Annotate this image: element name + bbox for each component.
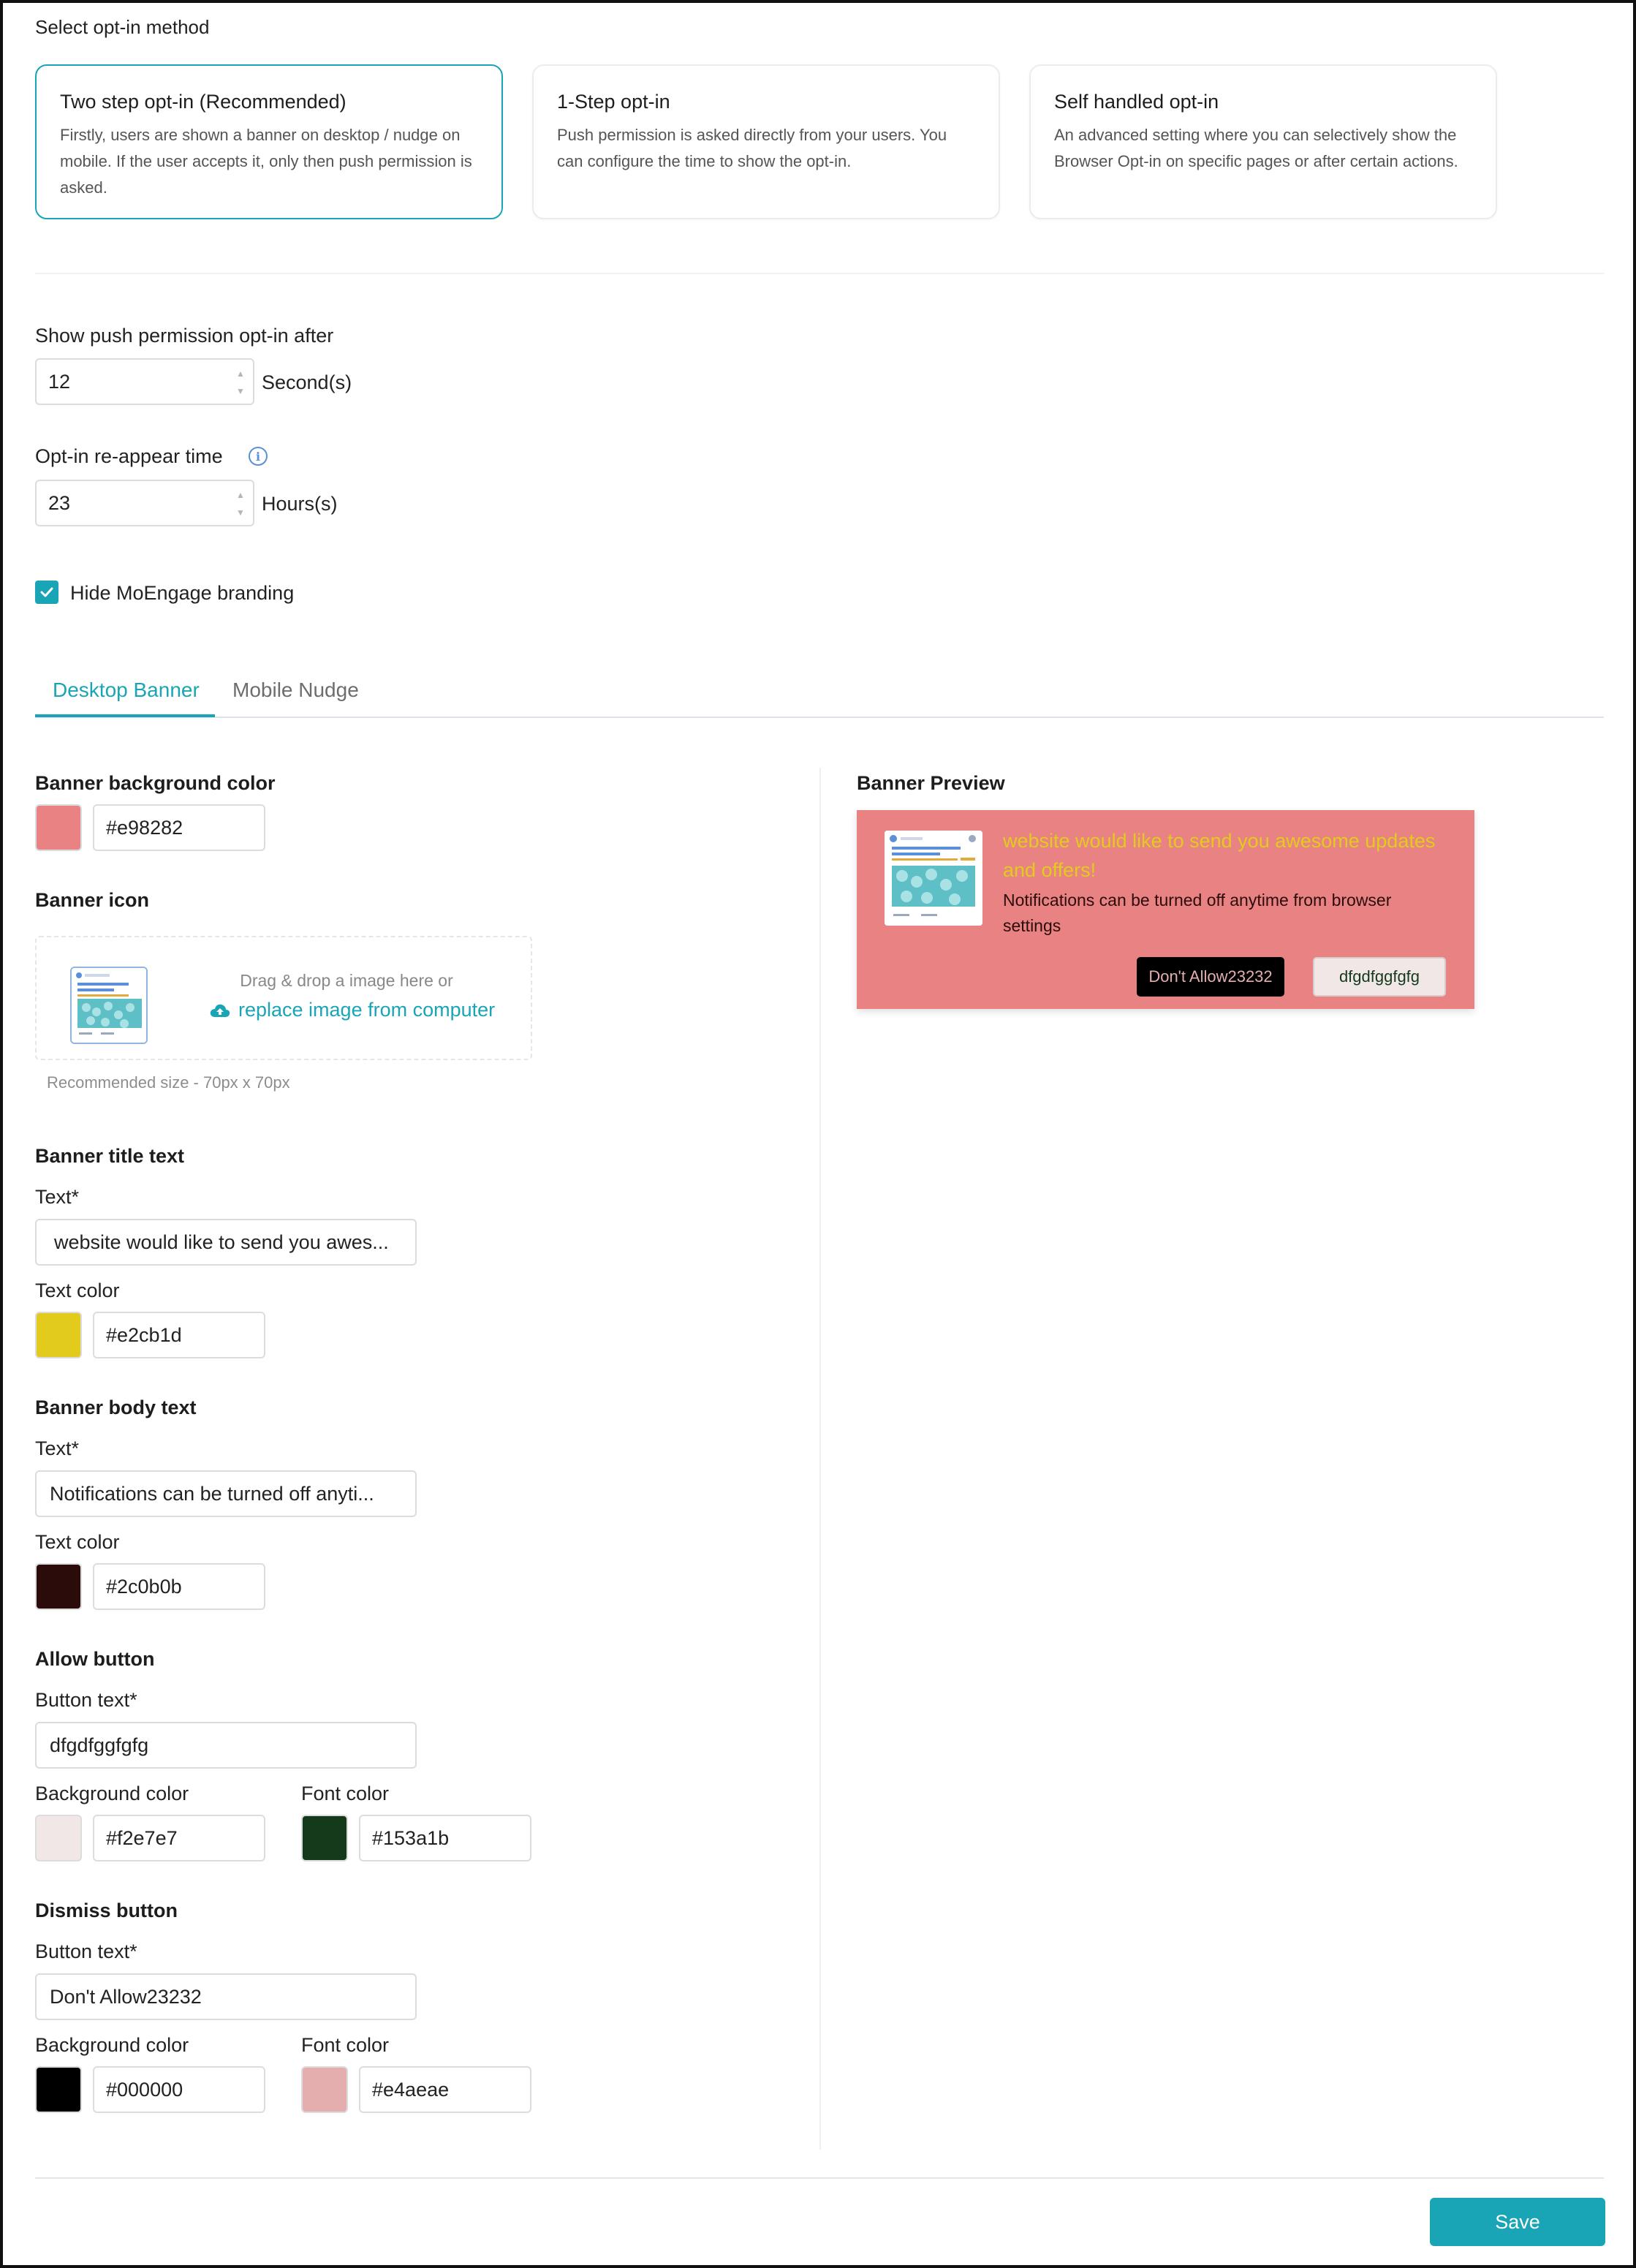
dismiss-font-label: Font color bbox=[301, 2034, 390, 2056]
optin-section-title: Select opt-in method bbox=[35, 16, 210, 38]
banner-preview: website would like to send you awesome u… bbox=[857, 810, 1474, 1009]
reappear-input[interactable]: 23 ▲ ▼ bbox=[35, 480, 254, 526]
cloud-upload-icon bbox=[210, 1004, 230, 1017]
reappear-label: Opt-in re-appear time bbox=[35, 445, 223, 467]
method-description: An advanced setting where you can select… bbox=[1054, 126, 1458, 170]
reappear-unit: Hours(s) bbox=[262, 493, 338, 515]
dismiss-text-input[interactable]: Don't Allow23232 bbox=[35, 1973, 417, 2020]
check-icon bbox=[40, 587, 53, 597]
replace-image-link[interactable]: replace image from computer bbox=[209, 999, 495, 1021]
body-text-input[interactable]: Notifications can be turned off anyti... bbox=[35, 1470, 417, 1517]
allow-button-heading: Allow button bbox=[35, 1648, 155, 1670]
show-after-label: Show push permission opt-in after bbox=[35, 325, 334, 347]
body-text-label: Text* bbox=[35, 1437, 80, 1459]
bg-color-input[interactable]: #e98282 bbox=[93, 804, 265, 851]
body-color-input[interactable]: #2c0b0b bbox=[93, 1563, 265, 1610]
dismiss-button-heading: Dismiss button bbox=[35, 1900, 178, 1921]
column-divider bbox=[819, 768, 821, 2150]
recommended-size-hint: Recommended size - 70px x 70px bbox=[47, 1073, 290, 1092]
title-color-input[interactable]: #e2cb1d bbox=[93, 1312, 265, 1358]
allow-bg-label: Background color bbox=[35, 1783, 189, 1804]
replace-image-label: replace image from computer bbox=[238, 999, 496, 1021]
banner-preview-icon bbox=[885, 831, 982, 926]
allow-bg-input[interactable]: #f2e7e7 bbox=[93, 1815, 265, 1861]
banner-icon-heading: Banner icon bbox=[35, 889, 150, 911]
dismiss-bg-label: Background color bbox=[35, 2034, 189, 2056]
optin-method-two-step[interactable]: Two step opt-in (Recommended) Firstly, u… bbox=[35, 64, 503, 219]
allow-text-label: Button text* bbox=[35, 1689, 137, 1711]
method-title: 1-Step opt-in bbox=[557, 91, 670, 113]
number-spinner-icon[interactable]: ▲ ▼ bbox=[235, 490, 246, 518]
number-spinner-icon[interactable]: ▲ ▼ bbox=[235, 368, 246, 396]
show-after-unit: Second(s) bbox=[262, 371, 352, 393]
show-after-value: 12 bbox=[48, 370, 71, 393]
dismiss-text-label: Button text* bbox=[35, 1940, 137, 1962]
dismiss-bg-input[interactable]: #000000 bbox=[93, 2066, 265, 2113]
section-divider bbox=[35, 273, 1604, 274]
tabs-baseline bbox=[35, 717, 1604, 718]
banner-preview-heading: Banner Preview bbox=[857, 772, 1005, 794]
method-description: Push permission is asked directly from y… bbox=[557, 126, 947, 170]
dismiss-bg-swatch[interactable] bbox=[35, 2066, 82, 2113]
dismiss-font-swatch[interactable] bbox=[301, 2066, 348, 2113]
bg-color-swatch[interactable] bbox=[35, 804, 82, 851]
method-title: Two step opt-in (Recommended) bbox=[60, 91, 346, 113]
show-after-input[interactable]: 12 ▲ ▼ bbox=[35, 358, 254, 405]
dismiss-font-input[interactable]: #e4aeae bbox=[359, 2066, 531, 2113]
tab-desktop-banner[interactable]: Desktop Banner bbox=[53, 678, 200, 702]
title-text-label: Text* bbox=[35, 1186, 80, 1208]
body-text-heading: Banner body text bbox=[35, 1396, 197, 1418]
info-icon[interactable]: i bbox=[249, 447, 268, 466]
title-text-input[interactable]: website would like to send you awes... bbox=[35, 1219, 417, 1266]
banner-preview-body: Notifications can be turned off anytime … bbox=[1003, 891, 1392, 935]
allow-bg-swatch[interactable] bbox=[35, 1815, 82, 1861]
footer-divider bbox=[35, 2177, 1604, 2179]
method-title: Self handled opt-in bbox=[1054, 91, 1219, 113]
banner-preview-title: website would like to send you awesome u… bbox=[1003, 830, 1436, 881]
icon-thumbnail-image bbox=[72, 968, 146, 1043]
drop-hint: Drag & drop a image here or bbox=[240, 971, 453, 990]
icon-drop-zone[interactable]: Drag & drop a image here or replace imag… bbox=[35, 936, 532, 1060]
allow-text-input[interactable]: dfgdfggfgfg bbox=[35, 1722, 417, 1769]
icon-thumbnail bbox=[70, 967, 148, 1044]
title-text-heading: Banner title text bbox=[35, 1145, 185, 1167]
allow-font-label: Font color bbox=[301, 1783, 390, 1804]
hide-branding-checkbox[interactable] bbox=[35, 581, 58, 604]
optin-method-self-handled[interactable]: Self handled opt-in An advanced setting … bbox=[1029, 64, 1497, 219]
tab-mobile-nudge[interactable]: Mobile Nudge bbox=[232, 678, 359, 702]
title-color-swatch[interactable] bbox=[35, 1312, 82, 1358]
allow-font-input[interactable]: #153a1b bbox=[359, 1815, 531, 1861]
banner-icon-image bbox=[885, 831, 982, 926]
reappear-value: 23 bbox=[48, 491, 71, 514]
save-button[interactable]: Save bbox=[1430, 2198, 1605, 2246]
banner-preview-allow-button[interactable]: dfgdfggfgfg bbox=[1313, 957, 1446, 997]
active-tab-indicator bbox=[35, 714, 215, 717]
hide-branding-label: Hide MoEngage branding bbox=[70, 582, 295, 604]
body-color-swatch[interactable] bbox=[35, 1563, 82, 1610]
method-description: Firstly, users are shown a banner on des… bbox=[60, 126, 472, 197]
body-color-label: Text color bbox=[35, 1531, 120, 1553]
bg-color-heading: Banner background color bbox=[35, 772, 276, 794]
title-color-label: Text color bbox=[35, 1279, 120, 1301]
optin-method-one-step[interactable]: 1-Step opt-in Push permission is asked d… bbox=[532, 64, 1000, 219]
banner-preview-dismiss-button[interactable]: Don't Allow23232 bbox=[1137, 957, 1284, 997]
allow-font-swatch[interactable] bbox=[301, 1815, 348, 1861]
